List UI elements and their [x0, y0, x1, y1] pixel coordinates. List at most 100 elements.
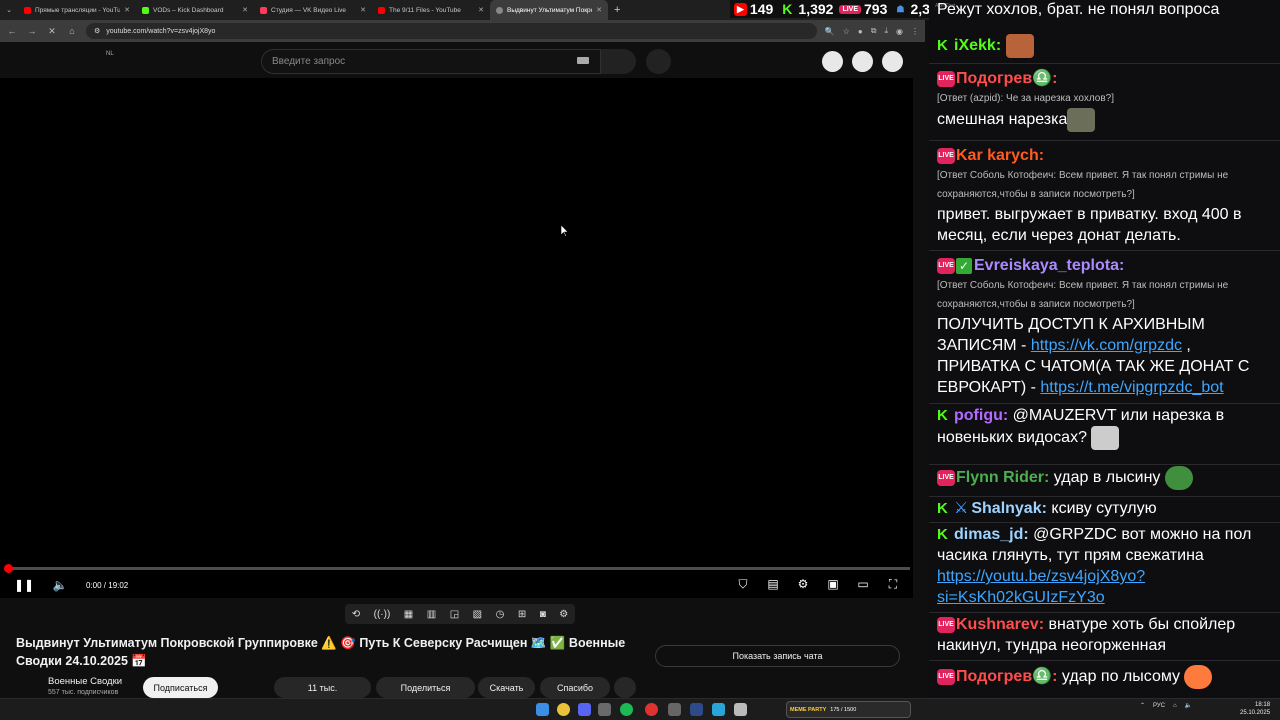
- notifications-button[interactable]: [852, 51, 873, 72]
- app-icon[interactable]: [690, 703, 703, 716]
- extension-icon[interactable]: ●: [858, 27, 863, 36]
- menu-icon[interactable]: ⋮: [911, 27, 919, 36]
- url-field[interactable]: ⚙ youtube.com/watch?v=zsv4jojX8yo: [86, 23, 817, 39]
- spotify-icon[interactable]: [620, 703, 633, 716]
- profile-icon[interactable]: ◉: [896, 27, 903, 36]
- cinema-icon[interactable]: ▧: [473, 609, 482, 620]
- kick-badge-icon: K: [937, 499, 948, 517]
- browser-tab[interactable]: VODs – Kick Dashboard ✕: [136, 0, 254, 20]
- site-info-icon[interactable]: ⚙: [94, 27, 100, 35]
- close-icon[interactable]: ✕: [360, 6, 366, 14]
- chat-username[interactable]: Shalnyak:: [971, 500, 1047, 517]
- gear-icon[interactable]: ⚙: [559, 609, 568, 620]
- chat-message: K ⚔ Shalnyak: ксиву сутулую: [929, 497, 1280, 523]
- youtube-favicon-icon: [378, 6, 385, 14]
- film-icon[interactable]: ▥: [427, 609, 436, 620]
- loop-icon[interactable]: ⟲: [352, 609, 360, 620]
- vk-favicon-icon: [260, 6, 267, 14]
- close-icon[interactable]: ✕: [124, 6, 130, 14]
- shield-icon[interactable]: ⛉: [733, 575, 753, 593]
- forward-icon[interactable]: →: [26, 26, 38, 36]
- meme-party-widget[interactable]: MEME PARTY 175 / 1500: [786, 701, 911, 718]
- add-icon[interactable]: ⊞: [518, 609, 526, 620]
- create-button[interactable]: [822, 51, 843, 72]
- pause-icon[interactable]: ❚❚: [14, 576, 34, 594]
- chat-username[interactable]: dimas_jd:: [954, 526, 1029, 543]
- back-icon[interactable]: ←: [6, 26, 18, 36]
- volume-icon[interactable]: 🔈: [50, 576, 70, 594]
- close-icon[interactable]: ✕: [242, 6, 248, 14]
- telegram-icon[interactable]: [712, 703, 725, 716]
- thanks-button[interactable]: Спасибо: [540, 677, 610, 698]
- screenshot-icon[interactable]: ◙: [540, 609, 546, 620]
- region-label: NL: [106, 51, 114, 57]
- chat-username[interactable]: Evreiskaya_teplota:: [974, 257, 1124, 274]
- message-link[interactable]: https://t.me/vipgrpzdc_bot: [1040, 379, 1223, 396]
- chat-username[interactable]: iXekk:: [954, 37, 1001, 54]
- chat-username[interactable]: Flynn Rider:: [956, 469, 1049, 486]
- steam-icon[interactable]: [668, 703, 681, 716]
- chevron-up-icon[interactable]: ⌃: [1140, 702, 1145, 709]
- browser-tab-active[interactable]: Выдвинут Ультиматум Покров ✕: [490, 0, 608, 20]
- more-button[interactable]: [614, 677, 636, 698]
- clock-date: 25.10.2025: [1240, 710, 1271, 716]
- avatar[interactable]: [882, 51, 903, 72]
- new-tab-button[interactable]: +: [608, 4, 626, 16]
- browser-tab[interactable]: The 9/11 Files - YouTube ✕: [372, 0, 490, 20]
- share-button[interactable]: Поделиться: [376, 677, 475, 698]
- language-indicator[interactable]: РУС: [1153, 703, 1165, 709]
- channel-info[interactable]: Военные Сводки 557 тыс. подписчиков: [48, 676, 122, 696]
- subtitles-icon[interactable]: ▤: [763, 575, 783, 593]
- search-button[interactable]: [601, 49, 636, 74]
- keyboard-icon[interactable]: [577, 57, 589, 64]
- close-icon[interactable]: ✕: [478, 6, 484, 14]
- theater-mode-icon[interactable]: ▭: [853, 575, 873, 593]
- progress-bar[interactable]: [4, 564, 910, 573]
- chat-username[interactable]: Kushnarev:: [956, 616, 1044, 633]
- browser-tab[interactable]: Прямые трансляции - YouTube ✕: [18, 0, 136, 20]
- start-icon[interactable]: [536, 703, 549, 716]
- zoom-icon[interactable]: 🔍: [825, 27, 835, 36]
- clock[interactable]: 18:18 25.10.2025: [1240, 701, 1270, 717]
- chrome-icon[interactable]: [557, 703, 570, 716]
- download-button[interactable]: Скачать: [478, 677, 535, 698]
- audio-icon[interactable]: ((·)): [374, 609, 391, 620]
- message-link[interactable]: https://youtu.be/zsv4jojX8yo?si=KsKh02kG…: [937, 568, 1145, 606]
- close-icon[interactable]: ✕: [596, 6, 602, 14]
- volume-icon[interactable]: 🔈: [1185, 702, 1192, 709]
- app-icon[interactable]: [645, 703, 658, 716]
- search-input[interactable]: Введите запрос: [261, 49, 601, 74]
- youtube-favicon-icon: [24, 6, 31, 14]
- show-chat-replay-button[interactable]: Показать запись чата: [655, 645, 900, 667]
- home-icon[interactable]: ⌂: [66, 26, 78, 36]
- tab-label: Студия — VK Видео Live: [271, 6, 347, 14]
- video-player[interactable]: ❚❚ 🔈 0:00 / 19:02 ⛉ ▤ ⚙ ▣ ▭ ⛶: [0, 78, 913, 598]
- speed-icon[interactable]: ◷: [496, 609, 505, 620]
- voice-search-button[interactable]: [646, 49, 671, 74]
- discord-icon[interactable]: [578, 703, 591, 716]
- channel-name[interactable]: Военные Сводки: [48, 676, 122, 687]
- chat-username[interactable]: Подогрев♎:: [956, 668, 1057, 685]
- fullscreen-icon[interactable]: ⛶: [883, 575, 903, 593]
- bookmark-icon[interactable]: ☆: [843, 27, 850, 36]
- like-button[interactable]: 11 тыс.: [274, 677, 371, 698]
- browser-tab[interactable]: Студия — VK Видео Live ✕: [254, 0, 372, 20]
- picture-in-picture-icon[interactable]: ◲: [450, 609, 459, 620]
- chat-username[interactable]: Подогрев♎:: [956, 70, 1057, 87]
- stop-icon[interactable]: ✕: [46, 26, 58, 37]
- message-link[interactable]: https://vk.com/grpzdc: [1031, 337, 1182, 354]
- subscribe-button[interactable]: Подписаться: [143, 677, 218, 698]
- download-icon[interactable]: ⤓: [884, 26, 888, 36]
- app-icon[interactable]: [734, 703, 747, 716]
- extensions-icon[interactable]: ⧉: [871, 26, 877, 36]
- obs-icon[interactable]: [598, 703, 611, 716]
- video-settings-icon[interactable]: ▦: [404, 609, 413, 620]
- chat-username[interactable]: pofigu:: [954, 407, 1008, 424]
- tab-list-button[interactable]: ⌄: [0, 0, 18, 20]
- miniplayer-icon[interactable]: ▣: [823, 575, 843, 593]
- settings-gear-icon[interactable]: ⚙: [793, 575, 813, 593]
- clock-time: 18:18: [1255, 702, 1271, 708]
- chat-username[interactable]: Kar karych:: [956, 147, 1044, 164]
- network-icon[interactable]: ⌂: [1173, 703, 1177, 709]
- scrubber-handle[interactable]: [4, 564, 13, 573]
